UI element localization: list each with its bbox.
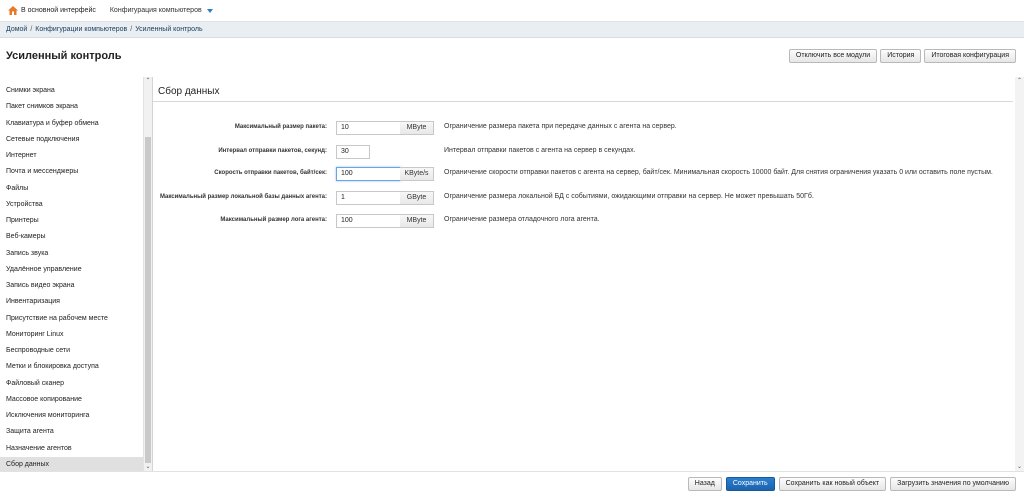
- sidebar-item[interactable]: Устройства: [0, 197, 144, 213]
- field-description: Ограничение размера отладочного лога аге…: [444, 216, 600, 223]
- sidebar-item[interactable]: Принтеры: [0, 213, 144, 229]
- field-row-agent-log-size: Максимальный размер лога агента: 100 MBy…: [153, 214, 1013, 228]
- field-label: Максимальный размер пакета:: [234, 124, 327, 130]
- sidebar-item[interactable]: Беспроводные сети: [0, 343, 144, 359]
- page-header: Усиленный контроль Отключить все модули …: [0, 38, 1024, 74]
- unit-selector[interactable]: KByte/s: [400, 167, 434, 181]
- field-label: Максимальный размер лога агента:: [220, 217, 327, 223]
- scroll-down-icon[interactable]: ⌄: [1015, 463, 1024, 471]
- main-interface-label: В основной интерфейс: [21, 7, 96, 14]
- section-divider: [153, 101, 1013, 102]
- sidebar-item[interactable]: Клавиатура и буфер обмена: [0, 116, 144, 132]
- sidebar-scrollbar-thumb[interactable]: [145, 137, 151, 463]
- breadcrumb-current: Усиленный контроль: [135, 26, 203, 33]
- sidebar-item[interactable]: Назначение агентов: [0, 441, 144, 457]
- unit-selector[interactable]: MByte: [400, 214, 434, 228]
- save-as-new-button[interactable]: Сохранить как новый объект: [778, 477, 887, 491]
- max-packet-size-input[interactable]: 10: [336, 121, 401, 135]
- chevron-down-icon: [206, 8, 213, 13]
- sidebar-item[interactable]: Метки и блокировка доступа: [0, 359, 144, 375]
- breadcrumb: Домой / Конфигурации компьютеров / Усиле…: [0, 22, 1024, 38]
- sidebar-item[interactable]: Веб-камеры: [0, 229, 144, 245]
- field-label: Скорость отправки пакетов, байт/сек:: [214, 170, 327, 176]
- sidebar-item[interactable]: Интернет: [0, 148, 144, 164]
- local-db-size-input[interactable]: 1: [336, 191, 401, 205]
- section-title: Сбор данных: [158, 86, 220, 97]
- disable-all-modules-button[interactable]: Отключить все модули: [788, 49, 878, 63]
- field-row-local-db-size: Максимальный размер локальной базы данны…: [153, 191, 1013, 205]
- field-description: Ограничение размера пакета при передаче …: [444, 123, 677, 130]
- sidebar-item[interactable]: Удалённое управление: [0, 262, 144, 278]
- sidebar: Снимки экрана Пакет снимков экрана Клавиат…: [0, 77, 153, 471]
- history-button[interactable]: История: [880, 49, 922, 63]
- header-actions: Отключить все модули История Итоговая ко…: [788, 49, 1016, 63]
- page-title: Усиленный контроль: [6, 50, 122, 62]
- send-speed-input[interactable]: 100: [336, 167, 401, 181]
- sidebar-item[interactable]: Снимки экрана: [0, 83, 144, 99]
- save-button[interactable]: Сохранить: [725, 477, 775, 491]
- home-icon: [8, 6, 18, 15]
- field-label: Максимальный размер локальной базы данны…: [159, 194, 327, 200]
- unit-selector[interactable]: GByte: [400, 191, 434, 205]
- field-description: Ограничение размера локальной БД с событ…: [444, 193, 814, 200]
- main-interface-link[interactable]: В основной интерфейс: [8, 6, 96, 15]
- field-row-send-speed: Скорость отправки пакетов, байт/сек: 100…: [153, 167, 1013, 181]
- field-description: Ограничение скорости отправки пакетов с …: [444, 169, 993, 176]
- load-defaults-button[interactable]: Загрузить значения по умолчанию: [890, 477, 1016, 491]
- final-config-button[interactable]: Итоговая конфигурация: [924, 49, 1016, 63]
- breadcrumb-separator: /: [30, 26, 33, 33]
- breadcrumb-separator: /: [130, 26, 133, 33]
- sidebar-item[interactable]: Защита агента: [0, 424, 144, 440]
- main-content: Сбор данных Максимальный размер пакета: …: [153, 77, 1024, 471]
- main-scrollbar[interactable]: ⌃ ⌄: [1015, 77, 1024, 471]
- sidebar-scrollbar[interactable]: ⌃ ⌄: [143, 77, 152, 471]
- sidebar-item[interactable]: Сетевые подключения: [0, 132, 144, 148]
- field-row-send-interval: Интервал отправки пакетов, секунд: 30 Ин…: [153, 145, 1013, 159]
- field-label: Интервал отправки пакетов, секунд:: [218, 148, 327, 154]
- breadcrumb-home[interactable]: Домой: [6, 26, 27, 33]
- sidebar-item[interactable]: Почта и мессенджеры: [0, 164, 144, 180]
- breadcrumb-computer-configs[interactable]: Конфигурации компьютеров: [35, 26, 127, 33]
- field-row-max-packet-size: Максимальный размер пакета: 10 MByte Огр…: [153, 121, 1013, 135]
- sidebar-item[interactable]: Инвентаризация: [0, 294, 144, 310]
- sidebar-item[interactable]: Массовое копирование: [0, 392, 144, 408]
- footer-actions: Назад Сохранить Сохранить как новый объе…: [687, 477, 1016, 491]
- sidebar-item[interactable]: Исключения мониторинга: [0, 408, 144, 424]
- sidebar-item[interactable]: Мониторинг Linux: [0, 327, 144, 343]
- back-button[interactable]: Назад: [687, 477, 722, 491]
- sidebar-list: Снимки экрана Пакет снимков экрана Клавиат…: [0, 83, 144, 471]
- footer-bar: Назад Сохранить Сохранить как новый объе…: [0, 471, 1024, 495]
- sidebar-item[interactable]: Присутствие на рабочем месте: [0, 311, 144, 327]
- top-bar: В основной интерфейс Конфигурация компью…: [0, 0, 1024, 22]
- sidebar-item[interactable]: Запись видео экрана: [0, 278, 144, 294]
- sidebar-item[interactable]: Сбор данных: [0, 456, 144, 471]
- scroll-up-icon[interactable]: ⌃: [144, 77, 152, 85]
- computer-config-menu[interactable]: Конфигурация компьютеров: [110, 7, 213, 14]
- unit-selector[interactable]: MByte: [400, 121, 434, 135]
- sidebar-item[interactable]: Файловый сканер: [0, 376, 144, 392]
- computer-config-menu-label: Конфигурация компьютеров: [109, 7, 202, 14]
- scroll-down-icon[interactable]: ⌄: [144, 463, 152, 471]
- send-interval-input[interactable]: 30: [336, 145, 370, 159]
- agent-log-size-input[interactable]: 100: [336, 214, 401, 228]
- scroll-up-icon[interactable]: ⌃: [1015, 77, 1024, 85]
- sidebar-item[interactable]: Запись звука: [0, 246, 144, 262]
- sidebar-item[interactable]: Файлы: [0, 181, 144, 197]
- field-description: Интервал отправки пакетов с агента на се…: [444, 147, 636, 154]
- sidebar-item[interactable]: Пакет снимков экрана: [0, 99, 144, 115]
